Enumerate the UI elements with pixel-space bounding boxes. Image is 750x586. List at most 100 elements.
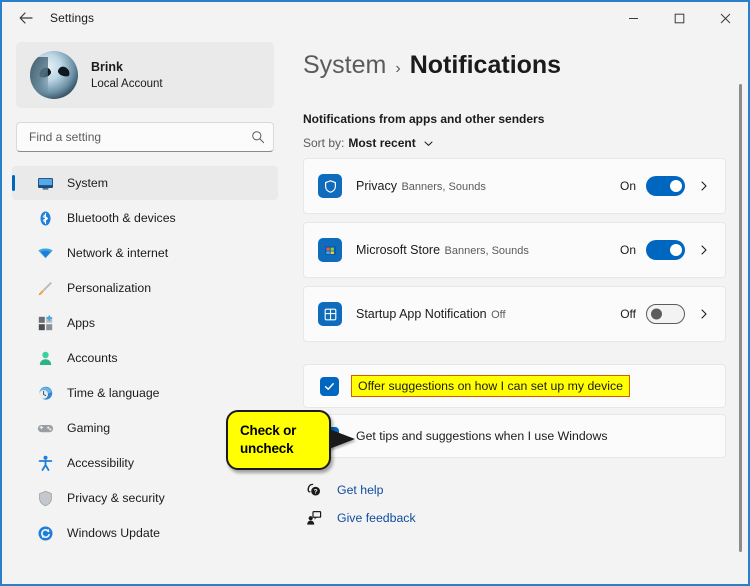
sidebar-item-label: Apps [67,316,96,330]
feedback-person-icon [303,510,325,526]
vertical-scrollbar[interactable] [739,84,742,552]
title-bar: Settings [2,2,748,34]
callout-line-1: Check or [240,423,297,438]
search-box[interactable] [16,122,274,152]
back-button[interactable] [10,3,42,33]
sort-by-label: Sort by: [303,136,345,150]
sort-by-value: Most recent [348,136,416,150]
checkbox-checked[interactable] [320,376,339,396]
get-help-label: Get help [337,483,384,497]
clock-globe-icon [36,384,54,402]
startup-app-icon [318,302,342,326]
sidebar-item-label: System [67,176,108,190]
sidebar-item-label: Windows Update [67,526,160,540]
checkmark-icon [324,382,334,390]
breadcrumb: System › Notifications [303,51,748,80]
notification-toggle[interactable] [646,240,685,260]
sidebar-item-apps[interactable]: Apps [12,306,278,340]
app-title: Settings [50,11,95,25]
notification-app-name: Startup App Notification [356,307,487,321]
callout-line-2: uncheck [240,441,294,456]
sidebar-item-privacy-security[interactable]: Privacy & security [12,481,278,515]
account-subtitle: Local Account [91,77,163,90]
content-pane: System › Notifications Notifications fro… [288,34,748,584]
sidebar-item-label: Personalization [67,281,152,295]
breadcrumb-root[interactable]: System [303,51,386,80]
give-feedback-link[interactable]: Give feedback [303,504,748,532]
shield-icon [36,489,54,507]
svg-text:?: ? [314,489,318,496]
sort-by-dropdown[interactable]: Sort by: Most recent [303,136,434,150]
callout-bubble: Check or uncheck [226,410,331,470]
chevron-right-icon[interactable] [691,308,717,320]
notification-app-subtitle: Banners, Sounds [401,181,486,193]
accessibility-person-icon [36,454,54,472]
sidebar-item-bluetooth-devices[interactable]: Bluetooth & devices [12,201,278,235]
notification-app-text: Privacy Banners, Sounds [356,177,620,195]
notification-app-row[interactable]: Startup App Notification Off Off [303,286,726,342]
toggle-state-label: Off [620,307,636,321]
person-icon [36,349,54,367]
sidebar-item-network-internet[interactable]: Network & internet [12,236,278,270]
back-arrow-icon [19,12,33,24]
notification-toggle[interactable] [646,176,685,196]
paintbrush-icon [36,279,54,297]
maximize-button[interactable] [656,2,702,34]
gamepad-icon [36,419,54,437]
apps-grid-icon [36,314,54,332]
notification-toggle[interactable] [646,304,685,324]
chevron-right-icon[interactable] [691,180,717,192]
sidebar-item-time-language[interactable]: Time & language [12,376,278,410]
toggle-state-label: On [619,179,636,193]
checkbox-label: Offer suggestions on how I can set up my… [351,375,630,397]
sidebar-item-label: Accounts [67,351,118,365]
sidebar-item-label: Bluetooth & devices [67,211,176,225]
sidebar-item-windows-update[interactable]: Windows Update [12,516,278,550]
notification-app-text: Microsoft Store Banners, Sounds [356,241,620,259]
notification-app-text: Startup App Notification Off [356,305,620,323]
maximize-icon [674,13,684,23]
notification-app-name: Privacy [356,179,397,193]
sidebar-nav: System Bluetooth & devices Network & int… [2,166,288,550]
notification-app-row[interactable]: Privacy Banners, Sounds On [303,158,726,214]
close-icon [720,13,730,23]
sidebar-item-system[interactable]: System [12,166,278,200]
bluetooth-icon [36,209,54,227]
callout-pointer [329,429,355,449]
sidebar-item-accounts[interactable]: Accounts [12,341,278,375]
minimize-icon [628,17,638,19]
notification-app-row[interactable]: Microsoft Store Banners, Sounds On [303,222,726,278]
page-title: Notifications [409,51,562,79]
sidebar-item-personalization[interactable]: Personalization [12,271,278,305]
close-button[interactable] [702,2,748,34]
minimize-button[interactable] [610,2,656,34]
microsoft-store-app-icon [318,238,342,262]
account-card[interactable]: Brink Local Account [16,42,274,108]
monitor-icon [36,174,54,192]
breadcrumb-separator: › [395,60,401,77]
sidebar-item-label: Time & language [67,386,160,400]
sidebar-item-label: Network & internet [67,246,169,260]
checkbox-label: Get tips and suggestions when I use Wind… [356,429,608,443]
checkbox-row-get-tips[interactable]: Get tips and suggestions when I use Wind… [303,414,726,458]
give-feedback-label: Give feedback [337,511,416,525]
chevron-right-icon[interactable] [691,244,717,256]
checkbox-row-offer-suggestions[interactable]: Offer suggestions on how I can set up my… [303,364,726,408]
sidebar-item-label: Privacy & security [67,491,165,505]
wifi-icon [36,244,54,262]
privacy-shield-app-icon [318,174,342,198]
chevron-down-icon [423,138,434,149]
footer-links: ? Get help Give feedback [303,476,748,532]
search-input[interactable] [29,130,251,144]
notification-app-subtitle: Banners, Sounds [444,245,529,257]
get-help-link[interactable]: ? Get help [303,476,748,504]
refresh-circle-icon [36,524,54,542]
sidebar-item-label: Gaming [67,421,111,435]
section-header: Notifications from apps and other sender… [303,112,545,126]
settings-window: Settings Brink Local Account Find a sett… [0,0,750,586]
search-icon [252,131,265,144]
window-controls [610,2,748,34]
account-text: Brink Local Account [91,59,163,92]
sidebar-item-label: Accessibility [67,456,134,470]
notification-app-subtitle: Off [491,309,506,321]
